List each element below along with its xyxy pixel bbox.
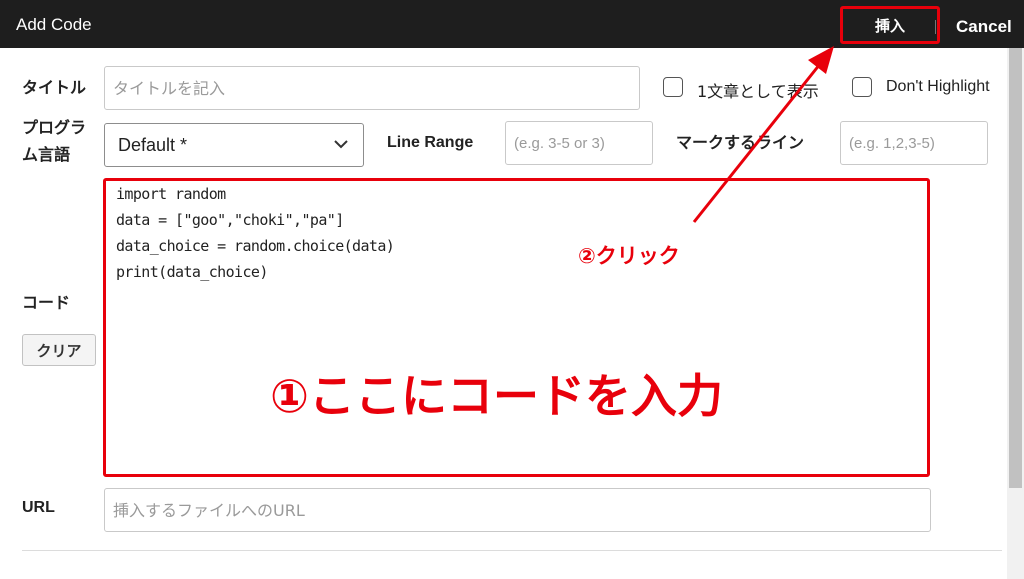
code-line: data = ["goo","choki","pa"]	[116, 211, 344, 229]
language-label-line2: ム言語	[22, 145, 71, 164]
code-line: data_choice = random.choice(data)	[116, 237, 395, 255]
line-range-input[interactable]	[505, 121, 653, 165]
chevron-down-icon	[334, 140, 348, 149]
mark-lines-input[interactable]	[840, 121, 988, 165]
code-line: print(data_choice)	[116, 263, 268, 281]
language-select-value: Default *	[118, 135, 188, 155]
code-line: import random	[116, 185, 226, 203]
dialog-header: Add Code 挿入 Cancel	[0, 0, 1024, 48]
code-label: コード	[22, 293, 71, 312]
red-arrow-icon	[692, 46, 834, 223]
section-divider	[22, 550, 1002, 551]
no-highlight-checkbox-label: Don't Highlight	[886, 78, 990, 95]
dialog-title: Add Code	[16, 15, 92, 34]
cancel-button[interactable]: Cancel	[948, 10, 1024, 44]
url-label: URL	[22, 499, 55, 516]
scrollbar-thumb[interactable]	[1009, 48, 1022, 488]
clear-button[interactable]: クリア	[22, 334, 96, 366]
header-divider	[935, 20, 936, 34]
url-input[interactable]	[104, 488, 931, 532]
language-label-line1: プログラ	[22, 118, 87, 137]
annotation-enter-code: ①ここにコードを入力	[270, 369, 723, 423]
title-label: タイトル	[22, 78, 87, 97]
language-select[interactable]: Default *	[104, 123, 364, 167]
annotation-click: ②クリック	[578, 244, 680, 268]
title-input[interactable]	[104, 66, 640, 110]
line-range-label: Line Range	[387, 134, 474, 151]
insert-button[interactable]: 挿入	[840, 6, 940, 44]
